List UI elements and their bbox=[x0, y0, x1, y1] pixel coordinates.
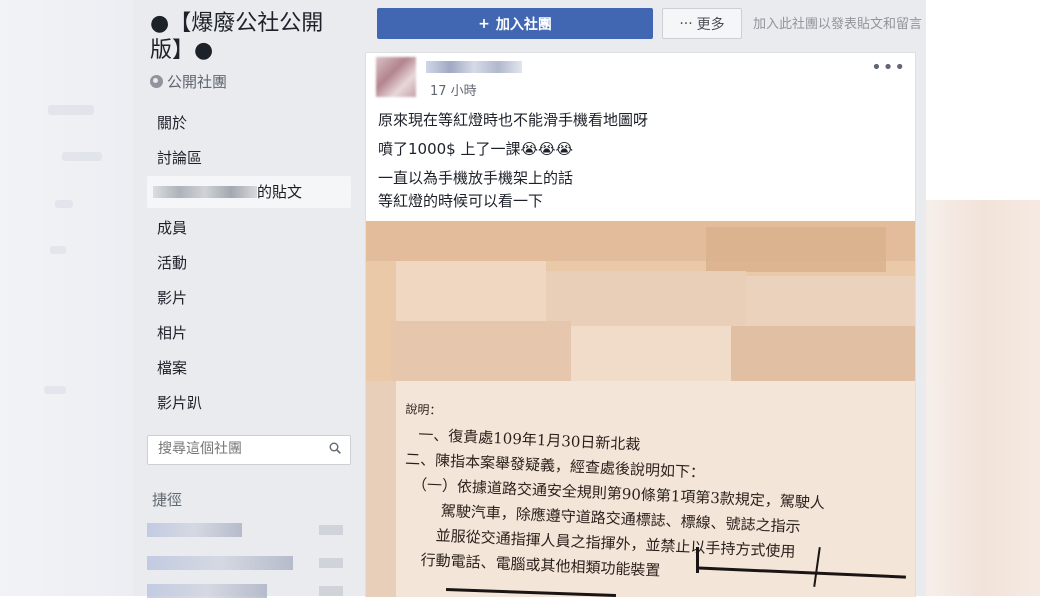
author-name-blurred[interactable] bbox=[426, 61, 522, 73]
globe-icon bbox=[150, 75, 163, 88]
shortcut-item[interactable] bbox=[147, 554, 347, 572]
post-text-line: 原來現在等紅燈時也不能滑手機看地圖呀 bbox=[378, 111, 649, 129]
ellipsis-icon: ··· bbox=[679, 15, 693, 32]
post-text-line: 一直以為手機放手機架上的話 bbox=[378, 169, 574, 187]
nav-files[interactable]: 檔案 bbox=[157, 357, 187, 379]
nav-photos[interactable]: 相片 bbox=[157, 322, 187, 344]
nav-member-posts[interactable]: 的貼文 bbox=[147, 176, 351, 208]
ink-box-edge bbox=[696, 547, 699, 573]
post-card: 17 小時 ••• 原來現在等紅燈時也不能滑手機看地圖呀 噴了1000$ 上了一… bbox=[365, 52, 916, 597]
join-hint-text: 加入此社團以發表貼文和留言 bbox=[753, 17, 923, 32]
post-options-icon[interactable]: ••• bbox=[871, 57, 906, 78]
group-type-label: 公開社團 bbox=[167, 73, 228, 91]
blurred-name bbox=[153, 186, 257, 198]
blurred-background-left bbox=[0, 0, 133, 596]
plus-icon: + bbox=[478, 15, 490, 32]
shortcut-item[interactable] bbox=[147, 582, 347, 600]
shortcut-item[interactable] bbox=[147, 521, 347, 539]
post-timestamp[interactable]: 17 小時 bbox=[430, 80, 477, 99]
document-text: 說明： 一、復貴處109年1月30日新北裁 二、陳指本案舉發疑義，經查處後說明如… bbox=[398, 397, 829, 591]
search-icon[interactable] bbox=[329, 442, 341, 454]
nav-member-posts-label: 的貼文 bbox=[257, 183, 303, 201]
group-search-input[interactable] bbox=[156, 440, 320, 458]
group-title[interactable]: ●【爆廢公社公開版】● bbox=[150, 10, 350, 64]
shortcuts-heading: 捷徑 bbox=[152, 491, 183, 509]
blurred-background-right bbox=[926, 200, 1040, 596]
group-privacy: 公開社團 bbox=[150, 71, 227, 92]
avatar[interactable] bbox=[376, 57, 416, 97]
nav-video-party[interactable]: 影片趴 bbox=[157, 392, 202, 414]
post-photo[interactable]: 說明： 一、復貴處109年1月30日新北裁 二、陳指本案舉發疑義，經查處後說明如… bbox=[366, 221, 915, 597]
post-text-line: 噴了1000$ 上了一課😭😭😭 bbox=[378, 140, 574, 158]
group-search-box[interactable] bbox=[147, 435, 351, 465]
nav-discussion[interactable]: 討論區 bbox=[157, 147, 202, 169]
nav-videos[interactable]: 影片 bbox=[157, 287, 187, 309]
more-button[interactable]: ··· 更多 bbox=[662, 8, 742, 39]
post-text-line: 等紅燈的時候可以看一下 bbox=[378, 192, 544, 210]
nav-about[interactable]: 關於 bbox=[157, 112, 187, 134]
join-group-button[interactable]: + 加入社團 bbox=[377, 8, 653, 39]
nav-events[interactable]: 活動 bbox=[157, 252, 187, 274]
nav-members[interactable]: 成員 bbox=[157, 217, 187, 239]
